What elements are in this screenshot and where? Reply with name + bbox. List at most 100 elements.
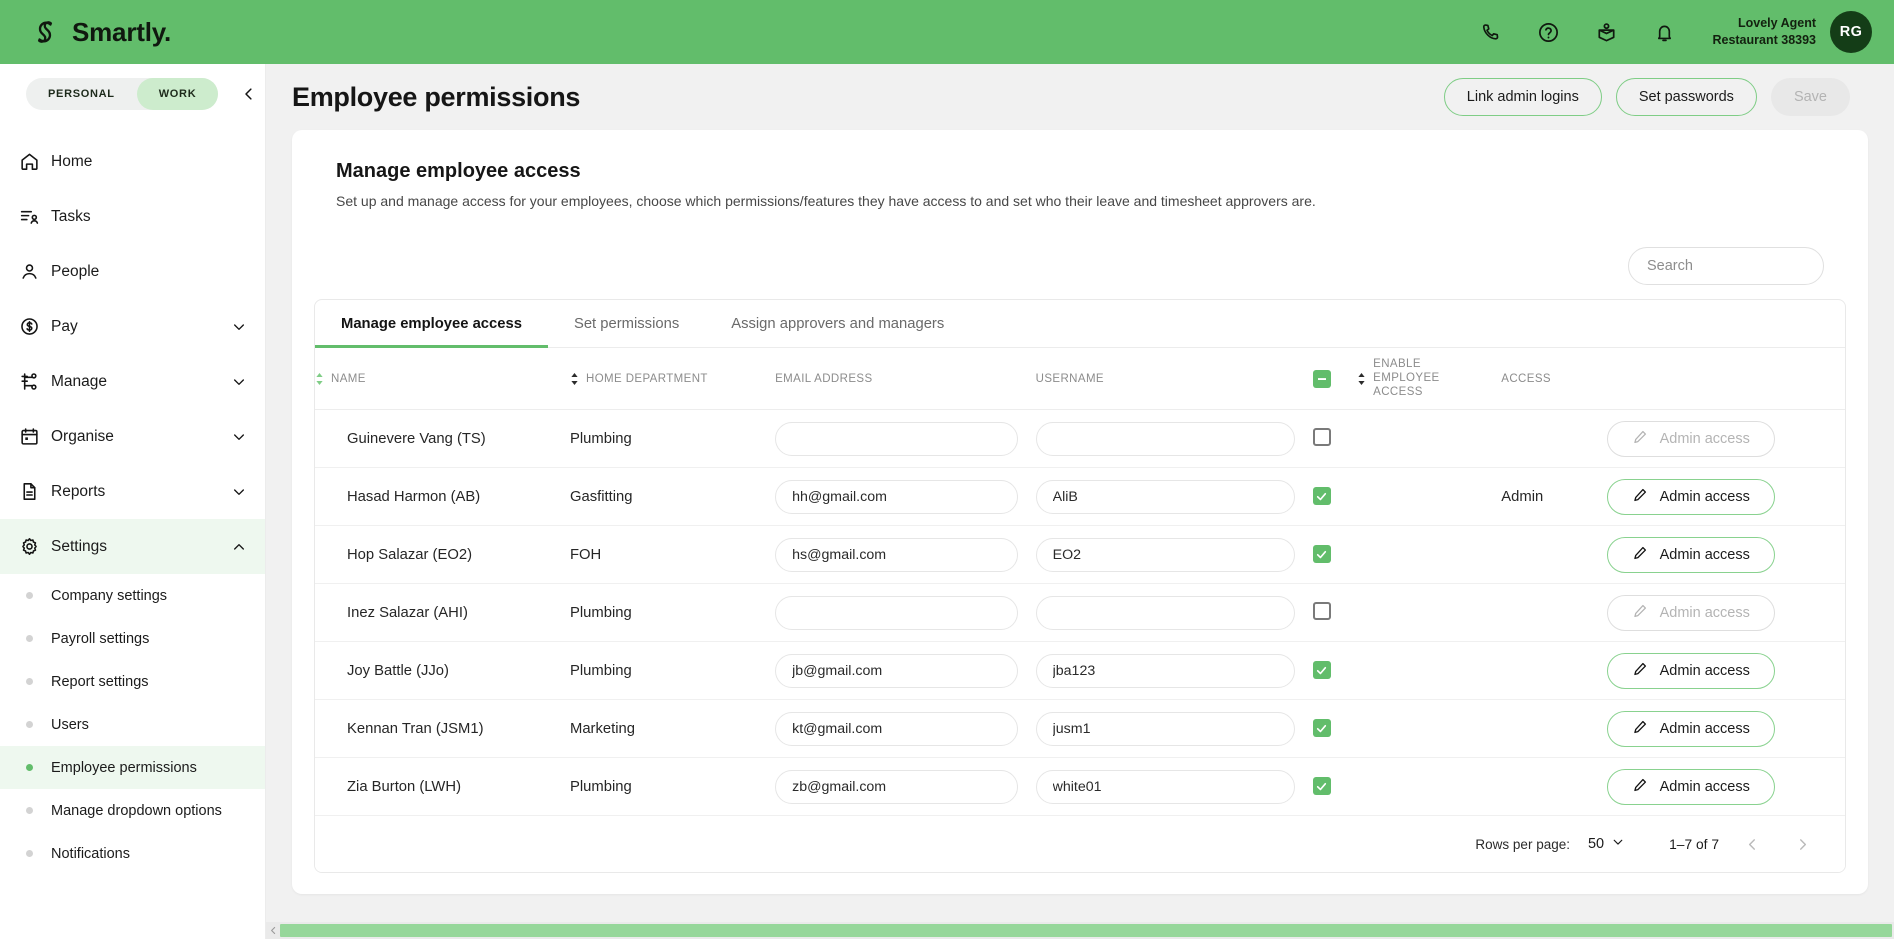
bell-icon[interactable]: [1652, 20, 1676, 44]
table-row: Kennan Tran (JSM1) Marketing kt@gmail.co…: [315, 699, 1845, 759]
column-header-enable-employee-access[interactable]: ENABLE EMPLOYEE ACCESS: [1357, 348, 1502, 411]
sidebar-item-payroll-settings[interactable]: Payroll settings: [0, 617, 265, 660]
learning-icon[interactable]: [1594, 20, 1618, 44]
chevron-down-icon[interactable]: [231, 484, 247, 500]
sidebar-item-users[interactable]: Users: [0, 703, 265, 746]
username-input[interactable]: [1035, 595, 1295, 630]
next-page-button[interactable]: [1785, 827, 1819, 861]
cell-email: [775, 699, 1036, 759]
sidebar-subitem-label: Manage dropdown options: [51, 802, 222, 819]
sidebar-item-manage[interactable]: Manage: [0, 354, 265, 409]
sidebar-item-settings[interactable]: Settings: [0, 519, 265, 574]
scroll-left-arrow-icon[interactable]: [266, 926, 280, 935]
card-subtitle: Set up and manage access for your employ…: [336, 193, 1316, 209]
email-input[interactable]: [775, 595, 1018, 630]
admin-access-button[interactable]: Admin access: [1606, 652, 1775, 689]
admin-access-button[interactable]: Admin access: [1606, 536, 1775, 573]
column-header-label: EMAIL ADDRESS: [775, 372, 873, 385]
sidebar-subitem-label: Report settings: [51, 673, 149, 690]
enable-employee-access-checkbox[interactable]: [1312, 427, 1331, 446]
username-input[interactable]: [1035, 711, 1295, 746]
enable-employee-access-checkbox[interactable]: [1312, 545, 1331, 564]
cell-enable-access-spacer: [1357, 699, 1502, 759]
brand[interactable]: Smartly.: [28, 15, 171, 49]
sidebar-item-label: Pay: [51, 317, 78, 335]
segment-work[interactable]: WORK: [136, 78, 219, 110]
spiral-logo-icon: [28, 15, 62, 49]
link-admin-logins-button[interactable]: Link admin logins: [1443, 78, 1602, 116]
admin-access-label: Admin access: [1659, 546, 1750, 563]
chevron-up-icon[interactable]: [231, 539, 247, 555]
cell-enable-access-spacer: [1357, 525, 1502, 585]
chevron-left-icon[interactable]: [236, 81, 262, 107]
sidebar-item-company-settings[interactable]: Company settings: [0, 574, 265, 617]
enable-employee-access-checkbox[interactable]: [1312, 487, 1331, 506]
sort-icon[interactable]: [315, 372, 324, 386]
sidebar-item-report-settings[interactable]: Report settings: [0, 660, 265, 703]
cell-username: [1035, 641, 1313, 701]
cell-name: Inez Salazar (AHI): [315, 583, 570, 643]
horizontal-scrollbar[interactable]: [266, 922, 1894, 939]
enable-employee-access-checkbox[interactable]: [1312, 601, 1331, 620]
admin-access-label: Admin access: [1659, 604, 1750, 621]
prev-page-button[interactable]: [1735, 827, 1769, 861]
set-passwords-button[interactable]: Set passwords: [1615, 78, 1757, 116]
segment-personal[interactable]: PERSONAL: [26, 78, 137, 110]
sidebar-item-manage-dropdown-options[interactable]: Manage dropdown options: [0, 789, 265, 832]
email-input[interactable]: [775, 479, 1018, 514]
select-all-checkbox[interactable]: [1312, 369, 1331, 388]
email-input[interactable]: [775, 711, 1018, 746]
tab-set-permissions[interactable]: Set permissions: [548, 300, 705, 347]
enable-employee-access-checkbox[interactable]: [1312, 719, 1331, 738]
admin-access-button[interactable]: Admin access: [1606, 478, 1775, 515]
rows-per-page-select[interactable]: 50: [1588, 835, 1625, 853]
email-input[interactable]: [775, 769, 1018, 804]
sidebar-nav: Home Tasks People Pay Manage Organise Re…: [0, 134, 265, 875]
tab-assign-approvers-and-managers[interactable]: Assign approvers and managers: [705, 300, 970, 347]
cell-admin-action: Admin access: [1606, 757, 1845, 817]
phone-icon[interactable]: [1478, 20, 1502, 44]
column-header-home-department[interactable]: HOME DEPARTMENT: [570, 348, 776, 411]
pagination-bar: Rows per page: 50 1–7 of 7: [315, 816, 1845, 873]
scrollbar-thumb[interactable]: [280, 924, 1892, 937]
org-tree-icon: [12, 371, 46, 392]
sidebar-item-pay[interactable]: Pay: [0, 299, 265, 354]
username-input[interactable]: [1035, 653, 1295, 688]
cell-access: [1501, 699, 1607, 759]
username-input[interactable]: [1035, 769, 1295, 804]
avatar[interactable]: RG: [1830, 11, 1872, 53]
sidebar-item-tasks[interactable]: Tasks: [0, 189, 265, 244]
sidebar-item-notifications[interactable]: Notifications: [0, 832, 265, 875]
chevron-down-icon[interactable]: [231, 374, 247, 390]
sidebar-item-home[interactable]: Home: [0, 134, 265, 189]
enable-employee-access-checkbox[interactable]: [1312, 777, 1331, 796]
admin-access-label: Admin access: [1659, 430, 1750, 447]
sort-icon[interactable]: [1357, 372, 1366, 386]
sidebar-item-reports[interactable]: Reports: [0, 464, 265, 519]
email-input[interactable]: [775, 421, 1018, 456]
chevron-down-icon[interactable]: [231, 319, 247, 335]
email-input[interactable]: [775, 653, 1018, 688]
sidebar-item-people[interactable]: People: [0, 244, 265, 299]
admin-access-button[interactable]: Admin access: [1606, 710, 1775, 747]
user-block[interactable]: Lovely Agent Restaurant 38393 RG: [1712, 11, 1872, 53]
column-header-name[interactable]: NAME: [315, 348, 570, 411]
cell-name: Hasad Harmon (AB): [315, 467, 570, 527]
sort-icon[interactable]: [570, 372, 579, 386]
admin-access-button[interactable]: Admin access: [1606, 768, 1775, 805]
username-input[interactable]: [1035, 479, 1295, 514]
pagination-range: 1–7 of 7: [1669, 836, 1719, 852]
sidebar-item-employee-permissions[interactable]: Employee permissions: [0, 746, 265, 789]
enable-employee-access-checkbox[interactable]: [1312, 661, 1331, 680]
chevron-down-icon[interactable]: [231, 429, 247, 445]
column-header-label: HOME DEPARTMENT: [586, 372, 708, 385]
cell-access: [1501, 757, 1607, 817]
search-input[interactable]: [1628, 247, 1824, 285]
column-header-label: ACCESS: [1501, 372, 1551, 385]
email-input[interactable]: [775, 537, 1018, 572]
sidebar-item-organise[interactable]: Organise: [0, 409, 265, 464]
username-input[interactable]: [1035, 421, 1295, 456]
tab-manage-employee-access[interactable]: Manage employee access: [315, 300, 548, 348]
help-circle-icon[interactable]: [1536, 20, 1560, 44]
username-input[interactable]: [1035, 537, 1295, 572]
